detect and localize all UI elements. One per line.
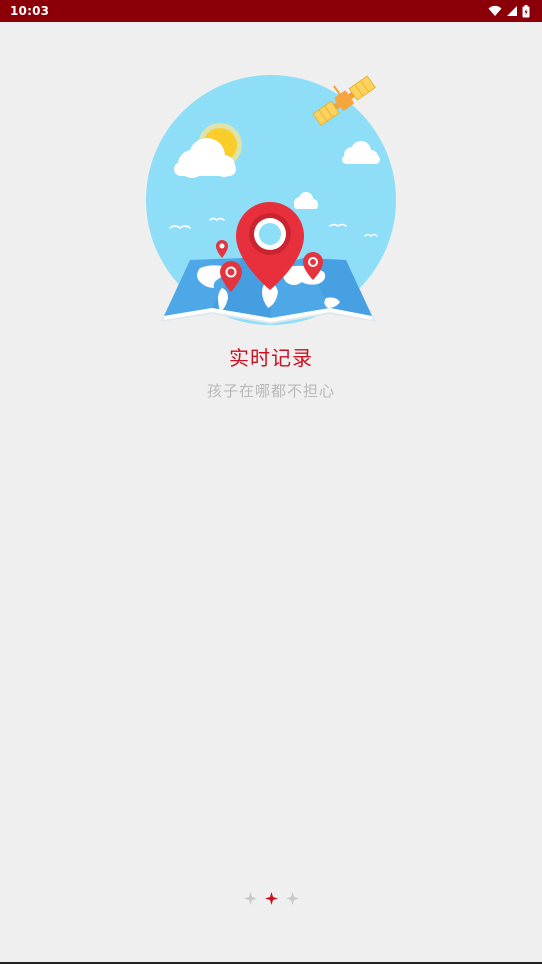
status-icons — [488, 4, 530, 18]
page-dot[interactable] — [243, 887, 257, 909]
page-subtitle: 孩子在哪都不担心 — [206, 382, 335, 400]
page-title: 实时记录 — [229, 346, 313, 370]
cell-signal-icon — [507, 6, 517, 16]
status-time: 10:03 — [10, 4, 50, 18]
status-bar: 10:03 — [0, 0, 542, 22]
page-dot-active[interactable] — [264, 887, 278, 909]
page-dot[interactable] — [285, 887, 299, 909]
wifi-icon — [488, 5, 502, 16]
page-indicator — [0, 887, 542, 909]
map-location-illustration — [146, 75, 396, 325]
battery-icon — [522, 4, 530, 17]
